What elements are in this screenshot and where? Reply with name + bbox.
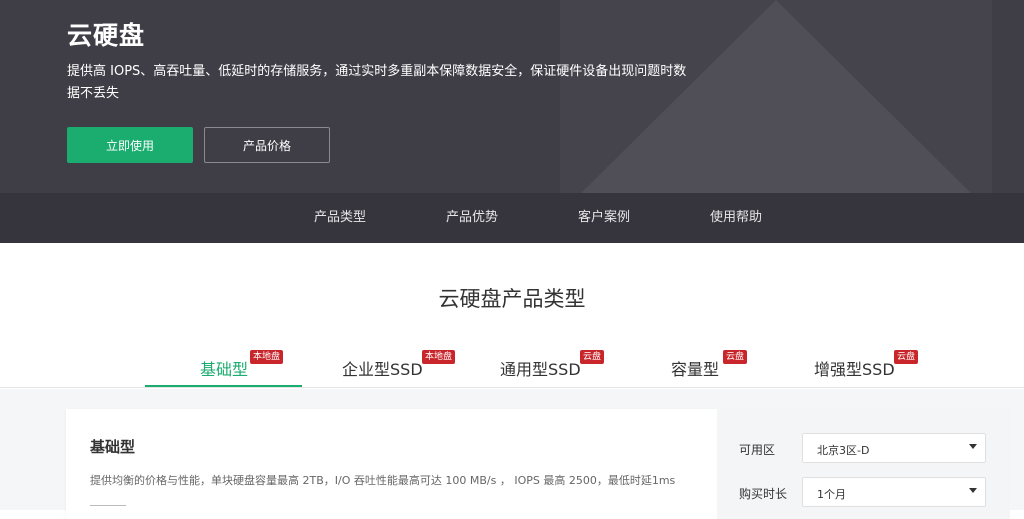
subnav-item-cases[interactable]: 客户案例 xyxy=(578,193,630,243)
tab-badge: 本地盘 xyxy=(250,350,284,364)
tab-capacity[interactable]: 容量型 云盘 xyxy=(650,340,780,388)
tab-badge: 本地盘 xyxy=(422,350,456,364)
chevron-down-icon xyxy=(969,444,977,449)
duration-select[interactable]: 1个月 xyxy=(802,477,986,507)
tab-enhanced-ssd[interactable]: 增强型SSD 云盘 xyxy=(800,340,950,388)
hero-description: 提供高 IOPS、高吞吐量、低延时的存储服务，通过实时多重副本保障数据安全，保证… xyxy=(67,64,687,101)
subnav-item-advantages[interactable]: 产品优势 xyxy=(446,193,498,243)
chevron-down-icon xyxy=(969,488,977,493)
section-title: 云硬盘产品类型 xyxy=(438,287,586,311)
tab-label: 增强型SSD xyxy=(814,360,895,379)
tab-badge: 云盘 xyxy=(723,350,748,364)
pricing-button[interactable]: 产品价格 xyxy=(204,127,330,163)
hero-banner: 云硬盘 提供高 IOPS、高吞吐量、低延时的存储服务，通过实时多重副本保障数据安… xyxy=(0,0,1024,243)
subnav-item-help[interactable]: 使用帮助 xyxy=(710,193,762,243)
page-title: 云硬盘 xyxy=(67,21,146,50)
tab-label: 通用型SSD xyxy=(500,360,581,379)
product-card: 基础型 提供均衡的价格与性能，单块硬盘容量最高 2TB，I/O 吞吐性能最高可达… xyxy=(66,409,717,519)
use-now-button[interactable]: 立即使用 xyxy=(67,127,193,163)
zone-select[interactable]: 北京3区-D xyxy=(802,433,986,463)
zone-label: 可用区 xyxy=(739,443,776,457)
tab-label: 基础型 xyxy=(200,360,249,379)
divider xyxy=(90,505,126,513)
product-subnav: 产品类型 产品优势 客户案例 使用帮助 xyxy=(0,193,1024,243)
purchase-panel: 可用区 北京3区-D 购买时长 1个月 xyxy=(717,409,1010,519)
tab-badge: 云盘 xyxy=(580,350,605,364)
subnav-item-types[interactable]: 产品类型 xyxy=(314,193,366,243)
duration-select-value: 1个月 xyxy=(817,488,846,501)
tab-badge: 云盘 xyxy=(894,350,919,364)
tab-general-ssd[interactable]: 通用型SSD 云盘 xyxy=(480,340,630,388)
tab-label: 容量型 xyxy=(671,360,720,379)
product-description: 提供均衡的价格与性能，单块硬盘容量最高 2TB，I/O 吞吐性能最高可达 100… xyxy=(90,474,676,487)
product-type-tabs: 基础型 本地盘 企业型SSD 本地盘 通用型SSD 云盘 容量型 云盘 增强型S… xyxy=(0,340,1024,388)
duration-label: 购买时长 xyxy=(739,487,788,501)
zone-select-value: 北京3区-D xyxy=(817,444,870,457)
active-tab-indicator xyxy=(145,385,302,387)
tab-enterprise-ssd[interactable]: 企业型SSD 本地盘 xyxy=(320,340,480,388)
product-title: 基础型 xyxy=(90,438,136,456)
tab-basic[interactable]: 基础型 本地盘 xyxy=(145,340,302,388)
hero-decoration xyxy=(560,0,992,214)
tab-label: 企业型SSD xyxy=(342,360,423,379)
